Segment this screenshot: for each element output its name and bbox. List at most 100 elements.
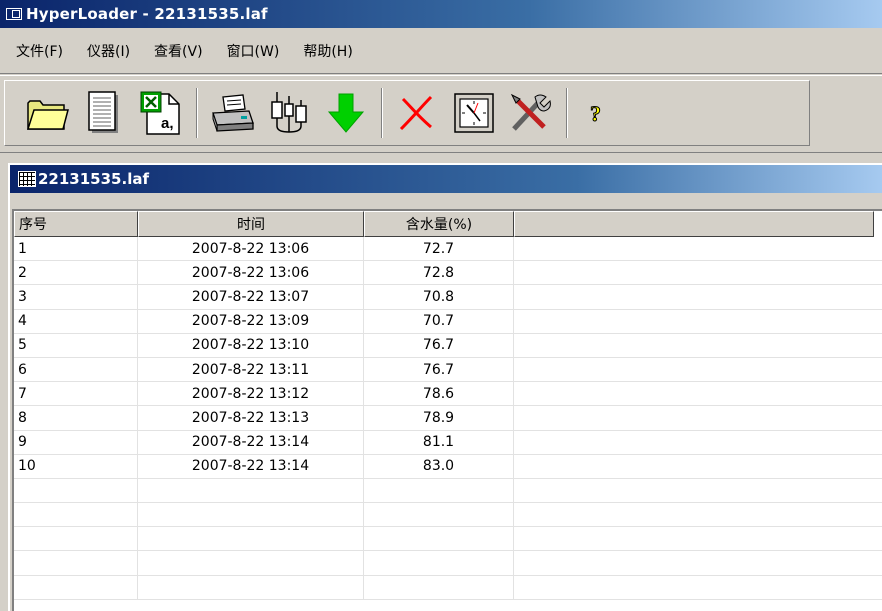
table-row[interactable]: 2 2007-8-22 13:06 72.8 [14, 261, 882, 286]
cell-moisture [364, 575, 514, 599]
cell-time: 2007-8-22 13:10 [138, 333, 364, 357]
cell-time: 2007-8-22 13:14 [138, 430, 364, 454]
cell-index: 8 [14, 406, 138, 430]
menu-window[interactable]: 窗口(W) [215, 39, 292, 63]
data-table[interactable]: 序号 时间 含水量(%) 1 2007-8-22 13:06 72.7 2 2007-8… [12, 209, 882, 611]
tools-button[interactable] [507, 89, 555, 137]
document-icon [88, 91, 118, 133]
menu-view[interactable]: 查看(V) [142, 39, 215, 63]
download-button[interactable] [322, 89, 370, 137]
cell-empty [514, 431, 874, 454]
cell-time [138, 527, 364, 551]
svg-text:a,: a, [161, 115, 174, 132]
document-button[interactable] [80, 89, 128, 137]
delete-button[interactable] [393, 89, 441, 137]
cell-index [14, 527, 138, 551]
table-row[interactable]: 1 2007-8-22 13:06 72.7 [14, 237, 882, 262]
cell-empty [514, 455, 874, 478]
cell-index [14, 551, 138, 575]
cell-index: 3 [14, 285, 138, 309]
cell-empty [514, 576, 874, 599]
cell-index: 2 [14, 261, 138, 285]
cell-empty [514, 285, 874, 308]
document-title-bar[interactable]: 22131535.laf [10, 165, 882, 193]
print-icon [212, 94, 254, 132]
menu-instrument[interactable]: 仪器(I) [75, 39, 142, 63]
empty-table-row [14, 551, 882, 576]
cell-index [14, 478, 138, 503]
app-icon [6, 8, 22, 20]
open-folder-icon [26, 100, 69, 130]
print-button[interactable] [208, 89, 256, 137]
empty-table-row [14, 575, 882, 600]
toolbar-separator [381, 88, 383, 138]
cell-time [138, 478, 364, 503]
connect-instrument-icon [271, 92, 307, 133]
cell-index: 1 [14, 237, 138, 261]
title-bar[interactable]: HyperLoader - 22131535.laf [0, 0, 882, 28]
cell-empty [514, 406, 874, 429]
cell-empty [514, 527, 874, 550]
column-header-empty [514, 211, 874, 237]
cell-empty [514, 479, 874, 502]
open-button[interactable] [23, 89, 71, 137]
table-row[interactable]: 10 2007-8-22 13:14 83.0 [14, 454, 882, 479]
column-header-moisture[interactable]: 含水量(%) [364, 211, 514, 237]
menu-file[interactable]: 文件(F) [6, 39, 75, 63]
column-header-index[interactable]: 序号 [14, 211, 138, 237]
menu-help[interactable]: 帮助(H) [291, 39, 364, 63]
cell-moisture: 81.1 [364, 430, 514, 454]
cell-time: 2007-8-22 13:12 [138, 382, 364, 406]
table-row[interactable]: 9 2007-8-22 13:14 81.1 [14, 430, 882, 455]
cell-empty [514, 503, 874, 526]
delete-x-icon [399, 95, 433, 131]
column-header-time[interactable]: 时间 [138, 211, 364, 237]
table-body: 1 2007-8-22 13:06 72.7 2 2007-8-22 13:06 72.8… [14, 237, 882, 600]
table-header: 序号 时间 含水量(%) [14, 211, 874, 237]
cell-moisture [364, 478, 514, 503]
table-row[interactable]: 6 2007-8-22 13:11 76.7 [14, 357, 882, 383]
toolbar: a, ? [0, 75, 882, 153]
clock-icon [454, 93, 494, 133]
clock-button[interactable] [450, 89, 498, 137]
cell-empty [514, 358, 874, 381]
svg-text:?: ? [590, 101, 601, 126]
cell-empty [514, 334, 874, 357]
table-row[interactable]: 5 2007-8-22 13:10 76.7 [14, 333, 882, 358]
window-title: HyperLoader - 22131535.laf [26, 5, 268, 23]
toolbar-separator [196, 88, 198, 138]
cell-index [14, 575, 138, 599]
empty-table-row [14, 503, 882, 528]
toolbar-separator [566, 88, 568, 138]
cell-index [14, 503, 138, 527]
empty-table-row [14, 478, 882, 504]
cell-moisture: 78.6 [364, 382, 514, 406]
cell-time: 2007-8-22 13:13 [138, 406, 364, 430]
cell-index: 10 [14, 454, 138, 478]
cell-time: 2007-8-22 13:07 [138, 285, 364, 309]
help-button[interactable]: ? [578, 89, 618, 137]
cell-time: 2007-8-22 13:06 [138, 237, 364, 261]
empty-table-row [14, 527, 882, 552]
cell-time [138, 575, 364, 599]
cell-index: 5 [14, 333, 138, 357]
cell-time: 2007-8-22 13:14 [138, 454, 364, 478]
cell-moisture [364, 551, 514, 575]
cell-empty [514, 310, 874, 333]
connect-button[interactable] [265, 89, 313, 137]
cell-moisture: 78.9 [364, 406, 514, 430]
cell-moisture: 72.7 [364, 237, 514, 261]
table-row[interactable]: 4 2007-8-22 13:09 70.7 [14, 309, 882, 334]
excel-button[interactable]: a, [137, 89, 185, 137]
cell-index: 6 [14, 357, 138, 382]
cell-index: 9 [14, 430, 138, 454]
table-row[interactable]: 7 2007-8-22 13:12 78.6 [14, 382, 882, 407]
cell-time [138, 551, 364, 575]
cell-moisture: 83.0 [364, 454, 514, 478]
table-row[interactable]: 8 2007-8-22 13:13 78.9 [14, 406, 882, 431]
table-row[interactable]: 3 2007-8-22 13:07 70.8 [14, 285, 882, 310]
cell-index: 7 [14, 382, 138, 406]
cell-moisture: 72.8 [364, 261, 514, 285]
menu-bar: 文件(F) 仪器(I) 查看(V) 窗口(W) 帮助(H) [0, 28, 882, 74]
download-arrow-icon [327, 93, 365, 133]
